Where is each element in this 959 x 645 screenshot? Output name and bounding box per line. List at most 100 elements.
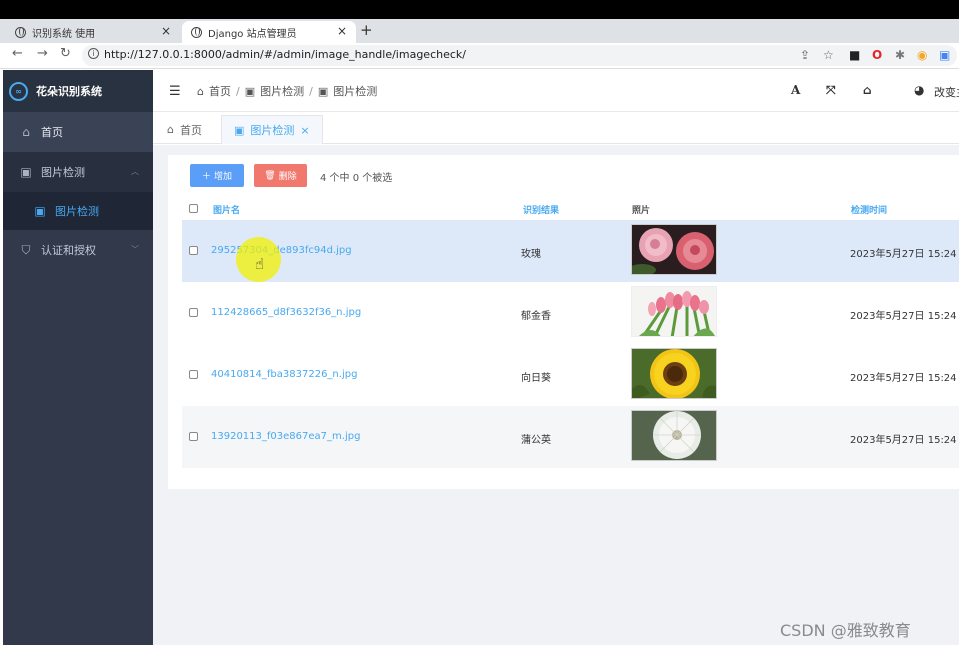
sidebar-item-home[interactable]: ⌂ 首页 <box>3 112 153 152</box>
column-header-result[interactable]: 识别结果 <box>523 203 559 216</box>
row-checkbox[interactable] <box>189 308 198 317</box>
sunflower-photo <box>631 348 717 399</box>
detection-time: 2023年5月27日 15:24 <box>850 435 957 446</box>
fullscreen-icon[interactable]: ⤧ <box>826 83 836 98</box>
browser-tab-title: 识别系统 使用 <box>32 28 96 40</box>
browser-tab-recognition[interactable]: 识别系统 使用 × <box>6 21 180 43</box>
browser-tabstrip: 识别系统 使用 × Django 站点管理员 × <box>0 19 959 43</box>
tab-image-detection[interactable]: ▣ 图片检测 × <box>221 115 323 144</box>
select-all-checkbox[interactable] <box>189 204 198 213</box>
sidebar-item-auth[interactable]: ⛉ 认证和授权 ﹀ <box>3 230 153 270</box>
extension-icon[interactable]: ■ <box>849 48 860 62</box>
sidebar-item-label: 首页 <box>41 126 63 139</box>
close-icon[interactable]: × <box>300 124 309 137</box>
sidebar-item-label: 认证和授权 <box>41 244 96 257</box>
image-name-link[interactable]: 40410814_fba3837226_n.jpg <box>211 369 357 380</box>
sidebar-header: ∞ 花朵识别系统 <box>3 70 153 112</box>
chevron-down-icon: ﹀ <box>131 245 139 254</box>
tab-label: 首页 <box>179 123 202 137</box>
info-icon[interactable]: i <box>88 48 99 59</box>
table-header: 图片名 识别结果 照片 检测时间 <box>182 198 959 220</box>
breadcrumb-separator: / <box>235 84 240 98</box>
recognition-result: 向日葵 <box>521 373 551 384</box>
share-icon[interactable]: ⇪ <box>800 48 810 62</box>
image-name-link[interactable]: 112428665_d8f3632f36_n.jpg <box>211 307 361 318</box>
detection-time: 2023年5月27日 15:24 <box>850 373 957 384</box>
add-button[interactable]: ＋ 增加 <box>190 164 244 187</box>
logo-icon: ∞ <box>9 81 28 101</box>
app-title: 花朵识别系统 <box>36 85 102 98</box>
dandelion-photo <box>631 410 717 461</box>
image-icon: ▣ <box>34 204 46 218</box>
page-tabs: ⌂ 首页 ▣ 图片检测 × <box>153 112 959 144</box>
close-tab-icon[interactable]: × <box>161 24 171 38</box>
table-row[interactable]: 40410814_fba3837226_n.jpg 向日葵 2023年5月27日… <box>182 344 959 406</box>
sidebar-item-image-detection[interactable]: ▣ 图片检测 <box>3 192 153 230</box>
add-button-label: 增加 <box>214 172 233 182</box>
chrome-icon[interactable]: ◉ <box>917 48 927 62</box>
delete-button[interactable]: 🗑 删除 <box>254 164 307 187</box>
home-icon[interactable]: ⌂ <box>863 83 872 97</box>
sidebar-item-label: 图片检测 <box>41 166 85 179</box>
address-bar: ← → ↻ i http://127.0.0.1:8000/admin/#/ad… <box>0 43 959 69</box>
table-row[interactable]: 295257304_de893fc94d.jpg 玫瑰 2023年5月27日 1… <box>182 220 959 282</box>
tab-label: 图片检测 <box>250 124 295 137</box>
extension-icon[interactable]: ✱ <box>895 48 905 62</box>
breadcrumb-item-group[interactable]: 图片检测 <box>260 83 304 99</box>
rose-photo <box>631 224 717 275</box>
new-tab-button[interactable]: + <box>360 21 373 39</box>
detection-time: 2023年5月27日 15:24 <box>850 311 957 322</box>
detection-time: 2023年5月27日 15:24 <box>850 249 957 260</box>
hand-cursor-icon: ☝ <box>255 255 265 273</box>
breadcrumb-item-home[interactable]: 首页 <box>209 83 231 99</box>
plus-icon: ＋ <box>201 172 211 182</box>
sidebar-item-label: 图片检测 <box>55 205 99 218</box>
breadcrumb-item-current: 图片检测 <box>333 85 378 98</box>
main-content: ＋ 增加 🗑 删除 4 个中 0 个被选 图片名 识别结果 照片 检测时间 29… <box>153 145 959 645</box>
chevron-up-icon: ︿ <box>131 167 139 176</box>
star-icon[interactable]: ☆ <box>823 48 834 62</box>
admin-header: ☰ ⌂ 首页 / ▣ 图片检测 / ▣ 图片检测 A ⤧ ⌂ ◕ 改变主题 <box>153 70 959 112</box>
tab-home[interactable]: ⌂ 首页 <box>167 115 202 144</box>
tulip-photo <box>631 286 717 337</box>
home-icon: ⌂ <box>197 84 204 98</box>
reload-icon[interactable]: ↻ <box>60 46 71 61</box>
image-icon: ▣ <box>244 84 256 98</box>
watermark: CSDN @雅致教育 <box>780 621 911 640</box>
sidebar-item-image-detection-group[interactable]: ▣ 图片检测 ︿ <box>3 152 153 192</box>
breadcrumb: ⌂ 首页 / ▣ 图片检测 / ▣ 图片检测 <box>197 83 377 99</box>
row-checkbox[interactable] <box>189 370 198 379</box>
selection-count: 4 个中 0 个被选 <box>320 173 393 184</box>
palette-icon[interactable]: ◕ <box>914 83 924 97</box>
row-checkbox[interactable] <box>189 432 198 441</box>
globe-icon <box>15 26 26 38</box>
font-size-icon[interactable]: A <box>791 83 800 97</box>
breadcrumb-separator: / <box>309 84 313 98</box>
image-icon: ▣ <box>20 165 32 179</box>
back-icon[interactable]: ← <box>12 46 23 61</box>
url-text: http://127.0.0.1:8000/admin/#/admin/imag… <box>104 48 466 61</box>
table-row[interactable]: 13920113_f03e867ea7_m.jpg 蒲公英 2023年5月27日… <box>182 406 959 468</box>
results-card: ＋ 增加 🗑 删除 4 个中 0 个被选 图片名 识别结果 照片 检测时间 29… <box>168 155 959 489</box>
table-row[interactable]: 112428665_d8f3632f36_n.jpg 郁金香 2023年5月27… <box>182 282 959 344</box>
menu-icon[interactable]: ☰ <box>169 84 181 99</box>
row-checkbox[interactable] <box>189 246 198 255</box>
forward-icon[interactable]: → <box>37 46 48 61</box>
image-icon: ▣ <box>317 84 329 98</box>
image-name-link[interactable]: 13920113_f03e867ea7_m.jpg <box>211 431 360 442</box>
globe-icon <box>191 26 202 38</box>
recognition-result: 玫瑰 <box>521 249 541 260</box>
change-theme-link[interactable]: 改变主题 <box>934 84 959 100</box>
opera-icon[interactable]: O <box>872 48 882 62</box>
browser-tab-title: Django 站点管理员 <box>208 28 297 40</box>
column-header-time[interactable]: 检测时间 <box>851 203 887 216</box>
translate-icon[interactable]: ▣ <box>939 48 950 62</box>
recognition-result: 郁金香 <box>521 311 551 322</box>
close-tab-icon[interactable]: × <box>337 24 347 38</box>
column-header-name[interactable]: 图片名 <box>213 203 240 216</box>
url-input[interactable]: i http://127.0.0.1:8000/admin/#/admin/im… <box>82 45 957 66</box>
image-name-link[interactable]: 295257304_de893fc94d.jpg <box>211 245 352 256</box>
sidebar: ∞ 花朵识别系统 ⌂ 首页 ▣ 图片检测 ︿ ▣ 图片检测 ⛉ 认证和授权 ﹀ <box>3 70 153 645</box>
shield-icon: ⛉ <box>21 242 31 257</box>
browser-tab-django-admin[interactable]: Django 站点管理员 × <box>182 21 356 43</box>
